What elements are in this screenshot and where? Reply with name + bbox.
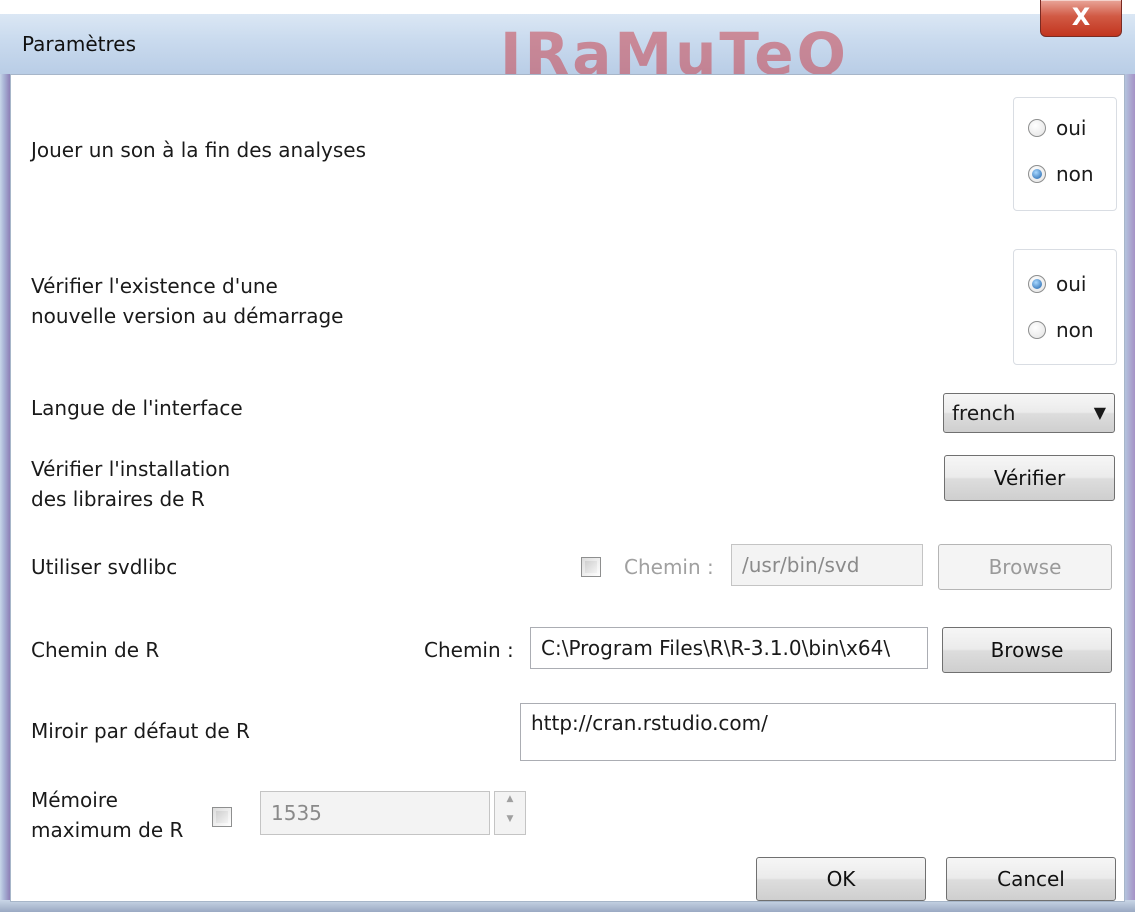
dropdown-arrow-icon: ▼ xyxy=(1093,403,1106,422)
sound-option-non-label: non xyxy=(1056,162,1094,186)
libraries-label-1: Vérifier l'installation xyxy=(31,457,231,481)
svdlibc-checkbox[interactable] xyxy=(581,557,601,577)
update-check-label-2: nouvelle version au démarrage xyxy=(31,304,344,328)
r-path-browse-button[interactable]: Browse xyxy=(942,627,1112,673)
sound-option-non[interactable]: non xyxy=(1028,162,1094,186)
r-path-label: Chemin de R xyxy=(31,638,160,662)
window-frame-right xyxy=(1125,74,1135,912)
mirror-label: Miroir par défaut de R xyxy=(31,719,250,743)
language-value: french xyxy=(952,401,1016,425)
svdlibc-path-input[interactable]: /usr/bin/svd xyxy=(731,544,923,586)
title-bar: IRaMuTeQ Paramètres xyxy=(0,14,1135,75)
app-watermark: IRaMuTeQ xyxy=(500,20,849,74)
update-option-oui[interactable]: oui xyxy=(1028,272,1086,296)
svdlibc-path-label: Chemin : xyxy=(624,555,714,579)
update-option-oui-label: oui xyxy=(1056,272,1087,296)
ok-button[interactable]: OK xyxy=(756,857,926,901)
update-check-radio-group: oui non xyxy=(1013,249,1117,365)
spin-down-icon[interactable]: ▼ xyxy=(495,814,525,835)
svdlibc-label: Utiliser svdlibc xyxy=(31,555,178,579)
settings-panel: Jouer un son à la fin des analyses oui n… xyxy=(10,74,1125,902)
window-frame-left xyxy=(0,74,10,912)
radio-icon[interactable] xyxy=(1028,119,1046,137)
memory-label-2: maximum de R xyxy=(31,818,184,842)
sound-option-oui-label: oui xyxy=(1056,116,1087,140)
libraries-label-2: des libraires de R xyxy=(31,487,205,511)
memory-checkbox[interactable] xyxy=(212,807,232,827)
memory-spinner[interactable]: ▲ ▼ xyxy=(494,791,526,835)
close-icon: X xyxy=(1071,3,1091,31)
sound-option-oui[interactable]: oui xyxy=(1028,116,1086,140)
sound-radio-group: oui non xyxy=(1013,97,1117,211)
update-check-label-1: Vérifier l'existence d'une xyxy=(31,274,278,298)
memory-value-input[interactable]: 1535 xyxy=(260,791,490,835)
language-label: Langue de l'interface xyxy=(31,396,243,420)
language-select[interactable]: french ▼ xyxy=(943,393,1115,433)
r-path-input[interactable]: C:\Program Files\R\R-3.1.0\bin\x64\ xyxy=(530,627,928,669)
memory-label-1: Mémoire xyxy=(31,788,118,812)
r-path-path-label: Chemin : xyxy=(424,638,514,662)
verify-libraries-button[interactable]: Vérifier xyxy=(944,455,1115,501)
window-title: Paramètres xyxy=(22,32,137,56)
radio-icon[interactable] xyxy=(1028,321,1046,339)
spin-up-icon[interactable]: ▲ xyxy=(495,794,525,815)
update-option-non-label: non xyxy=(1056,318,1094,342)
top-strip xyxy=(0,0,1135,15)
mirror-input[interactable]: http://cran.rstudio.com/ xyxy=(520,703,1116,761)
cancel-button[interactable]: Cancel xyxy=(946,857,1116,901)
update-option-non[interactable]: non xyxy=(1028,318,1094,342)
close-button[interactable]: X xyxy=(1040,0,1122,37)
sound-label: Jouer un son à la fin des analyses xyxy=(31,138,367,162)
radio-selected-icon[interactable] xyxy=(1028,165,1046,183)
svdlibc-browse-button[interactable]: Browse xyxy=(938,544,1112,590)
radio-selected-icon[interactable] xyxy=(1028,275,1046,293)
